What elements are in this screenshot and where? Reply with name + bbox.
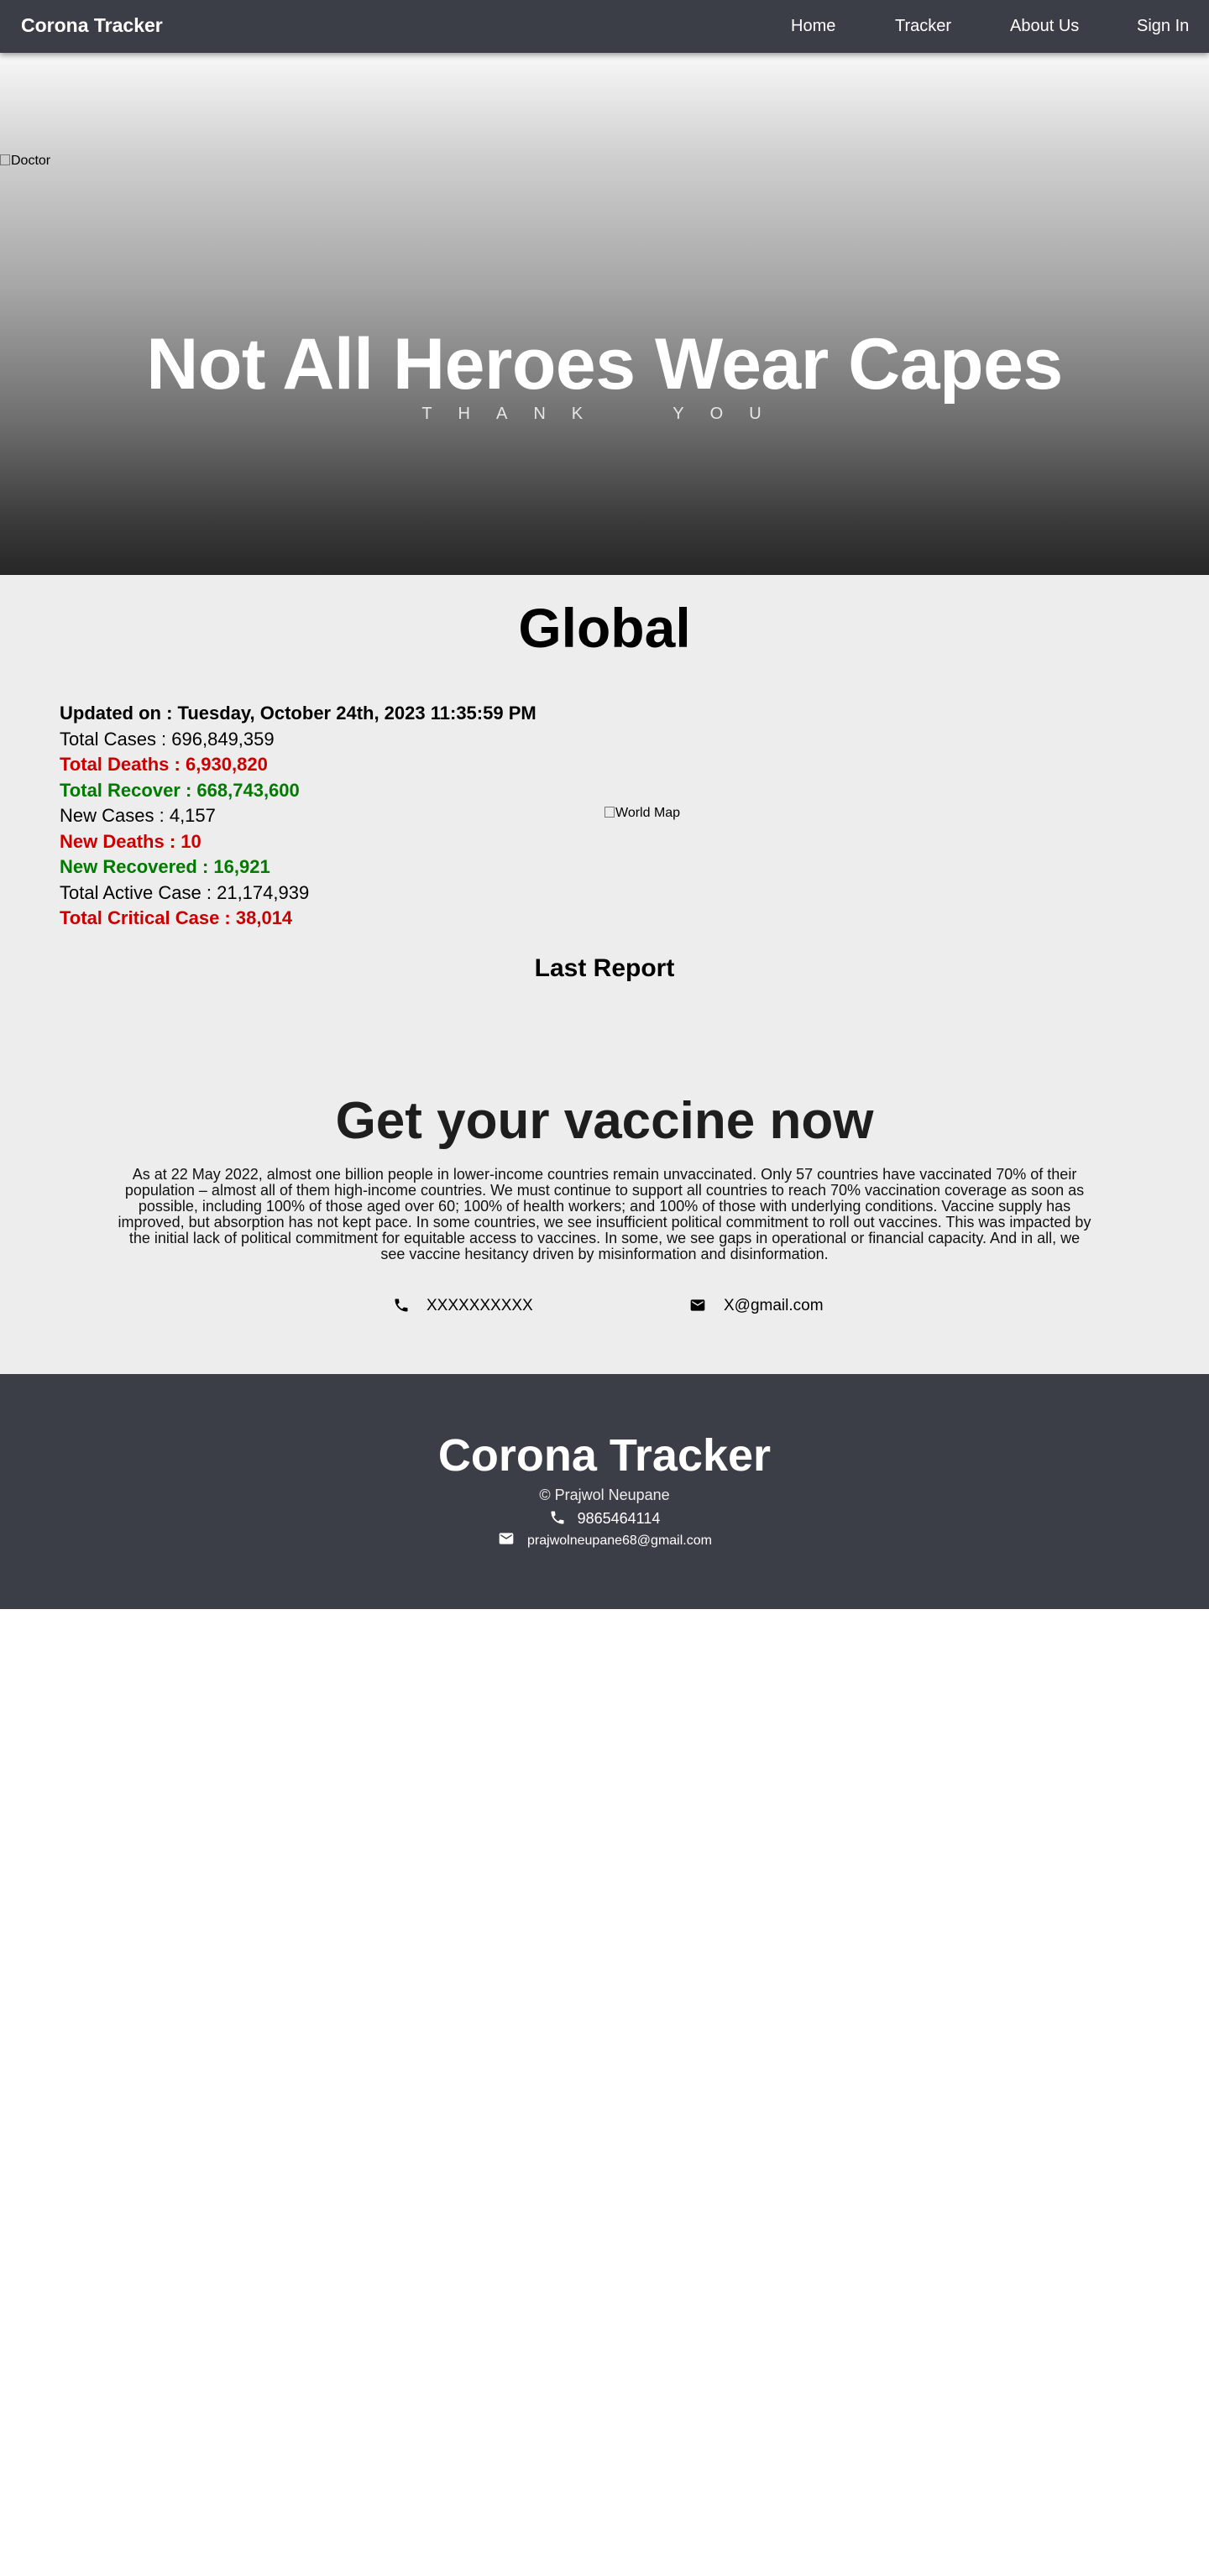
stat-total-cases: Total Cases : 696,849,359 bbox=[60, 727, 597, 753]
global-section: Global Updated on : Tuesday, October 24t… bbox=[0, 575, 1209, 1374]
world-map-alt: World Map bbox=[615, 806, 681, 820]
vaccine-title: Get your vaccine now bbox=[335, 1092, 874, 1150]
stat-value: 38,014 bbox=[235, 907, 293, 928]
footer-email-text: prajwolneupane68@gmail.com bbox=[527, 1534, 712, 1548]
stat-total-critical: Total Critical Case : 38,014 bbox=[60, 906, 597, 932]
global-stats: Updated on : Tuesday, October 24th, 2023… bbox=[60, 701, 597, 932]
footer-phone-text: 9865464114 bbox=[577, 1510, 661, 1527]
vaccine-email-text: X@gmail.com bbox=[724, 1297, 824, 1314]
world-map-image: World Map bbox=[604, 806, 680, 821]
stat-value: 696,849,359 bbox=[171, 728, 275, 750]
stat-label: New Cases : bbox=[60, 805, 170, 826]
last-report-heading: Last Report bbox=[534, 954, 675, 982]
phone-icon bbox=[551, 1511, 564, 1524]
vaccine-phone-text: XXXXXXXXXX bbox=[427, 1297, 533, 1314]
stat-value: Tuesday, October 24th, 2023 11:35:59 PM bbox=[177, 703, 536, 724]
stat-total-active: Total Active Case : 21,174,939 bbox=[60, 880, 597, 907]
global-title: Global bbox=[518, 597, 691, 659]
navbar: Corona Tracker Home Tracker About Us Sig… bbox=[0, 0, 1209, 53]
stat-label: Total Critical Case : bbox=[60, 907, 236, 928]
footer-email[interactable]: prajwolneupane68@gmail.com bbox=[0, 1530, 1209, 1549]
stat-value: 10 bbox=[181, 830, 202, 852]
mail-icon bbox=[499, 1533, 514, 1544]
stat-updated-on: Updated on : Tuesday, October 24th, 2023… bbox=[60, 701, 597, 727]
nav-tracker[interactable]: Tracker bbox=[895, 17, 951, 36]
stat-new-recovered: New Recovered : 16,921 bbox=[60, 854, 597, 880]
stat-label: New Recovered : bbox=[60, 856, 214, 877]
stat-total-deaths: Total Deaths : 6,930,820 bbox=[60, 752, 597, 778]
hero-title: Not All Heroes Wear Capes bbox=[146, 324, 1063, 405]
stat-label: Total Recover : bbox=[60, 779, 197, 801]
footer-copyright: © Prajwol Neupane bbox=[539, 1487, 670, 1503]
doctor-image-alt: Doctor bbox=[11, 154, 51, 168]
stat-total-recover: Total Recover : 668,743,600 bbox=[60, 778, 597, 804]
vaccine-email[interactable]: X@gmail.com bbox=[688, 1297, 824, 1315]
broken-image-icon bbox=[0, 154, 10, 165]
stat-new-cases: New Cases : 4,157 bbox=[60, 803, 597, 829]
nav-home[interactable]: Home bbox=[791, 17, 835, 36]
hero-section: Doctor Not All Heroes Wear Capes THANK Y… bbox=[0, 53, 1209, 575]
stat-value: 4,157 bbox=[169, 805, 216, 826]
stat-label: Total Deaths : bbox=[60, 754, 186, 775]
stat-value: 21,174,939 bbox=[217, 881, 310, 903]
stat-label: Updated on : bbox=[60, 703, 178, 724]
brand-logo[interactable]: Corona Tracker bbox=[21, 14, 163, 37]
stat-value: 16,921 bbox=[213, 856, 270, 877]
vaccine-text: As at 22 May 2022, almost one billion pe… bbox=[118, 1166, 1091, 1262]
phone-icon bbox=[395, 1298, 408, 1312]
doctor-image: Doctor bbox=[0, 154, 50, 169]
vaccine-phone[interactable]: XXXXXXXXXX bbox=[393, 1297, 533, 1315]
nav-about-us[interactable]: About Us bbox=[1010, 17, 1079, 36]
stat-value: 668,743,600 bbox=[196, 779, 300, 801]
stat-value: 6,930,820 bbox=[185, 754, 268, 775]
hero-subtitle: THANK YOU bbox=[421, 405, 788, 423]
nav-sign-in[interactable]: Sign In bbox=[1137, 17, 1189, 36]
broken-image-icon bbox=[604, 807, 615, 818]
stat-label: Total Active Case : bbox=[60, 881, 217, 903]
footer: Corona Tracker © Prajwol Neupane 9865464… bbox=[0, 1374, 1209, 1609]
stat-new-deaths: New Deaths : 10 bbox=[60, 829, 597, 855]
mail-icon bbox=[690, 1299, 705, 1311]
stat-label: Total Cases : bbox=[60, 728, 172, 750]
stat-label: New Deaths : bbox=[60, 830, 181, 852]
footer-phone[interactable]: 9865464114 bbox=[0, 1509, 1209, 1528]
footer-title: Corona Tracker bbox=[437, 1430, 772, 1481]
